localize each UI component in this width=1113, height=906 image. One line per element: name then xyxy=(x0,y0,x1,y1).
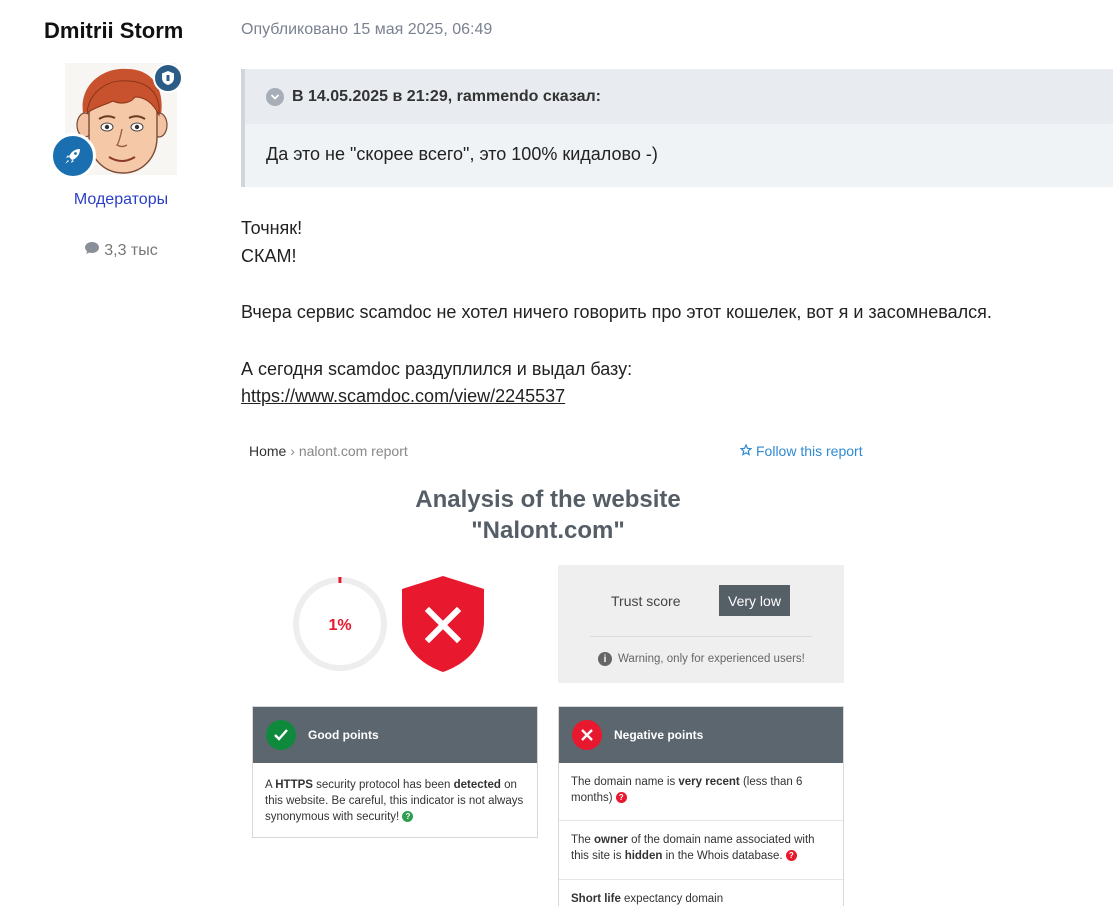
good-point-item: A HTTPS security protocol has been detec… xyxy=(265,779,524,823)
help-icon[interactable]: ? xyxy=(615,792,627,804)
negative-point-item: The domain name is very recent (less tha… xyxy=(559,763,843,821)
quote-header[interactable]: В 14.05.2025 в 21:29, rammendo сказал: xyxy=(245,69,1113,124)
trust-warning-text: Warning, only for experienced users! xyxy=(618,653,805,665)
negative-point-item: The owner of the domain name associated … xyxy=(559,821,843,880)
embedded-screenshot[interactable]: Home › nalont.com report Follow this rep… xyxy=(241,432,871,906)
post-line-4: А сегодня scamdoc раздуплился и выдал ба… xyxy=(241,359,633,379)
post-line-3: Вчера сервис scamdoc не хотел ничего гов… xyxy=(241,302,992,322)
comment-icon xyxy=(84,241,100,260)
trust-score-value: Very low xyxy=(719,585,790,616)
negative-points-title: Negative points xyxy=(614,728,704,742)
help-icon[interactable]: ? xyxy=(785,850,797,862)
quote-author-line: В 14.05.2025 в 21:29, rammendo сказал: xyxy=(292,87,601,105)
analysis-title-line-1: Analysis of the website xyxy=(415,486,681,513)
x-icon xyxy=(572,720,602,750)
negative-points-header: Negative points xyxy=(559,707,843,763)
author-panel: Dmitrii Storm Модераторы 3,3 тыс xyxy=(0,0,232,906)
score-label: 1% xyxy=(328,617,351,634)
trust-score-label: Trust score xyxy=(611,593,681,609)
post-count-value: 3,3 тыс xyxy=(104,241,158,259)
negative-point-item: Short life expectancy domain xyxy=(571,893,724,905)
breadcrumb-home: Home xyxy=(249,443,287,459)
scamdoc-link[interactable]: https://www.scamdoc.com/view/2245537 xyxy=(241,386,565,406)
divider xyxy=(590,636,812,637)
good-points-title: Good points xyxy=(308,728,379,742)
post-date[interactable]: Опубликовано 15 мая 2025, 06:49 xyxy=(241,21,492,39)
quote-block: В 14.05.2025 в 21:29, rammendo сказал: Д… xyxy=(241,69,1113,187)
trust-score-box: Trust score Very low i Warning, only for… xyxy=(558,565,844,683)
star-icon xyxy=(739,443,753,459)
analysis-title: Analysis of the website "Nalont.com" xyxy=(241,484,855,546)
score-gauge: 1% xyxy=(291,575,389,673)
negative-points-panel: Negative points The domain name is very … xyxy=(558,706,844,906)
trust-warning: i Warning, only for experienced users! xyxy=(598,652,805,666)
post-line-1: Точняк! xyxy=(241,218,303,238)
moderator-shield-icon xyxy=(153,63,183,93)
rocket-icon xyxy=(50,133,96,179)
good-points-header: Good points xyxy=(253,707,537,763)
breadcrumb-current: nalont.com report xyxy=(298,443,408,459)
follow-label: Follow this report xyxy=(756,443,863,459)
chevron-down-icon[interactable] xyxy=(266,87,284,106)
post-count: 3,3 тыс xyxy=(0,241,242,260)
author-name[interactable]: Dmitrii Storm xyxy=(44,18,183,44)
author-group-link[interactable]: Модераторы xyxy=(0,191,242,209)
analysis-title-line-2: "Nalont.com" xyxy=(471,517,625,544)
info-icon: i xyxy=(598,652,612,666)
breadcrumb-separator: › xyxy=(290,443,295,459)
check-icon xyxy=(266,720,296,750)
good-points-panel: Good points A HTTPS security protocol ha… xyxy=(252,706,538,838)
help-icon[interactable]: ? xyxy=(402,811,414,823)
post-line-2: СКАМ! xyxy=(241,246,297,266)
quote-text: Да это не "скорее всего", это 100% кидал… xyxy=(266,144,658,164)
follow-report: Follow this report xyxy=(739,443,863,459)
danger-shield-icon xyxy=(401,575,485,673)
breadcrumb: Home › nalont.com report xyxy=(249,443,408,459)
